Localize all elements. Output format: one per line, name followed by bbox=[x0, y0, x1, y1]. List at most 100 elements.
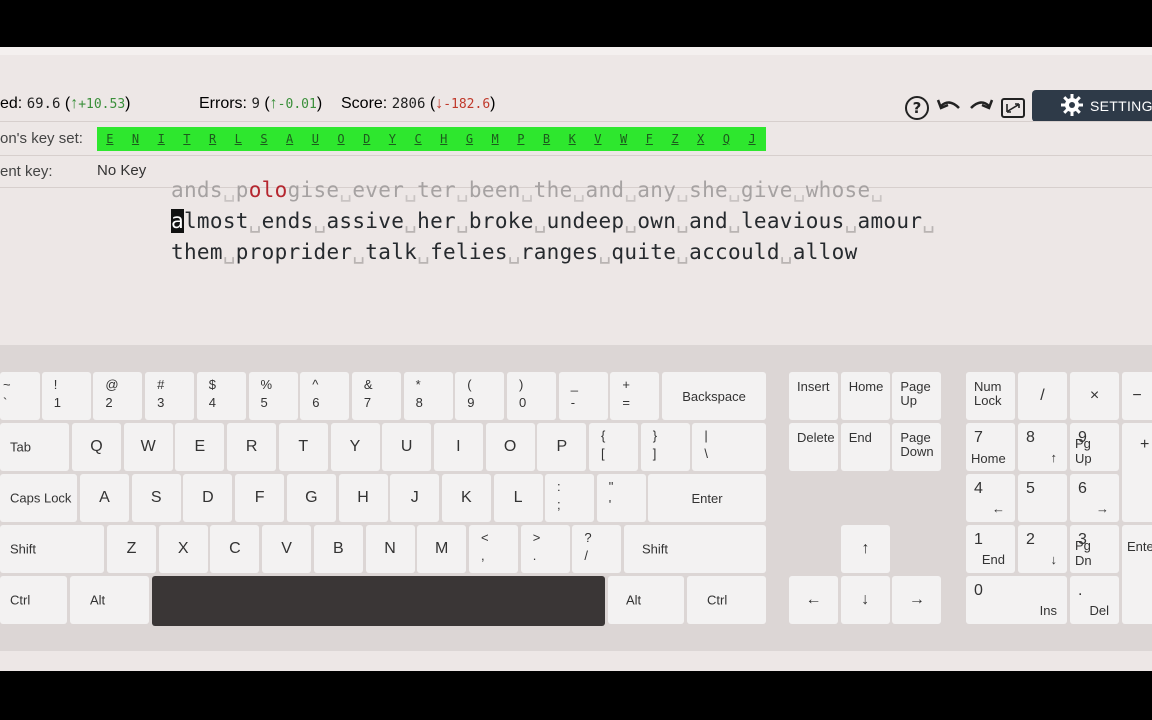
enter-key[interactable]: Enter bbox=[648, 474, 766, 522]
end-key[interactable]: End bbox=[840, 423, 890, 471]
key-6[interactable]: ^ 6 bbox=[300, 372, 350, 420]
left-shift-key[interactable]: Shift bbox=[0, 525, 104, 573]
numpad-minus-key[interactable]: − bbox=[1122, 372, 1152, 420]
numpad-1-key[interactable]: 1 End bbox=[966, 525, 1015, 573]
left-alt-key[interactable]: Alt bbox=[70, 576, 149, 624]
arrow-right-key[interactable]: → bbox=[892, 576, 942, 624]
key-m[interactable]: M bbox=[417, 525, 467, 573]
key-a[interactable]: A bbox=[80, 474, 129, 522]
key-9[interactable]: (9 bbox=[455, 372, 505, 420]
settings-button[interactable]: SETTINGS bbox=[1032, 90, 1152, 122]
key-1[interactable]: ! 1 bbox=[41, 372, 91, 420]
right-shift-key[interactable]: Shift bbox=[624, 525, 766, 573]
key-j[interactable]: J bbox=[390, 474, 440, 522]
numpad-6-key[interactable]: 6 → bbox=[1070, 474, 1119, 522]
key-sym[interactable]: | \ bbox=[692, 423, 767, 471]
num-lock-key[interactable]: Num Lock bbox=[966, 372, 1015, 420]
key-s[interactable]: S bbox=[131, 474, 181, 522]
home-key[interactable]: Home bbox=[840, 372, 890, 420]
question-icon[interactable]: ? bbox=[903, 94, 931, 122]
text-char: u bbox=[546, 209, 560, 233]
text-char: s bbox=[844, 178, 858, 202]
key-7[interactable]: & 7 bbox=[351, 372, 401, 420]
key-e[interactable]: E bbox=[175, 423, 225, 471]
key-u[interactable]: U bbox=[382, 423, 432, 471]
right-ctrl-key[interactable]: Ctrl bbox=[687, 576, 766, 624]
key-h[interactable]: H bbox=[338, 474, 388, 522]
key-label: , bbox=[481, 548, 485, 563]
key-v[interactable]: V bbox=[262, 525, 312, 573]
key-d[interactable]: D bbox=[183, 474, 233, 522]
numpad-plus-key[interactable]: + bbox=[1122, 423, 1152, 522]
key-=[interactable]: + = bbox=[610, 372, 660, 420]
arrow-up-key[interactable]: ↑ bbox=[841, 525, 890, 573]
key-f[interactable]: F bbox=[235, 474, 285, 522]
key-o[interactable]: O bbox=[485, 423, 535, 471]
key-t[interactable]: T bbox=[278, 423, 328, 471]
space-bar[interactable] bbox=[152, 576, 605, 626]
key-z[interactable]: Z bbox=[107, 525, 156, 573]
fullscreen-icon[interactable] bbox=[999, 94, 1027, 122]
text-char: e bbox=[779, 178, 793, 202]
key-sym[interactable]: :; bbox=[545, 474, 594, 522]
key-p[interactable]: P bbox=[537, 423, 587, 471]
key-sym[interactable]: " ' bbox=[596, 474, 646, 522]
key-k[interactable]: K bbox=[441, 474, 491, 522]
numpad-2-key[interactable]: 2 ↓ bbox=[1018, 525, 1067, 573]
key-8[interactable]: * 8 bbox=[403, 372, 453, 420]
key-0[interactable]: ) 0 bbox=[507, 372, 556, 420]
text-char: u bbox=[818, 209, 832, 233]
key-l[interactable]: L bbox=[493, 474, 543, 522]
tab-key[interactable]: Tab bbox=[0, 423, 69, 471]
left-ctrl-key[interactable]: Ctrl bbox=[0, 576, 67, 624]
key-sym[interactable]: >. bbox=[520, 525, 570, 573]
text-char: d bbox=[715, 209, 728, 233]
numpad-divide-key[interactable]: / bbox=[1018, 372, 1067, 420]
key-y[interactable]: Y bbox=[330, 423, 380, 471]
page-down-key[interactable]: Page Down bbox=[892, 423, 942, 471]
key-3[interactable]: #3 bbox=[145, 372, 195, 420]
arrow-left-key[interactable]: ← bbox=[789, 576, 838, 624]
numpad-0-key[interactable]: 0 Ins bbox=[966, 576, 1067, 624]
key-x[interactable]: X bbox=[158, 525, 208, 573]
key-g[interactable]: G bbox=[286, 474, 336, 522]
delete-key[interactable]: Delete bbox=[789, 423, 838, 471]
key-r[interactable]: R bbox=[227, 423, 277, 471]
key-sym[interactable]: {[ bbox=[589, 423, 638, 471]
text-char: n bbox=[650, 178, 664, 202]
undo-icon[interactable] bbox=[935, 94, 963, 122]
numpad-9-key[interactable]: 9 Pg Up bbox=[1070, 423, 1119, 471]
key-sym[interactable]: ? / bbox=[572, 525, 622, 573]
numpad-5-key[interactable]: 5 bbox=[1018, 474, 1067, 522]
key-w[interactable]: W bbox=[123, 423, 173, 471]
numpad-3-key[interactable]: 3 Pg Dn bbox=[1070, 525, 1119, 573]
backspace-key[interactable]: Backspace bbox=[662, 372, 766, 420]
key-4[interactable]: $4 bbox=[196, 372, 246, 420]
key-2[interactable]: @2 bbox=[93, 372, 143, 420]
right-alt-key[interactable]: Alt bbox=[608, 576, 684, 624]
numpad-8-key[interactable]: 8 ↑ bbox=[1018, 423, 1067, 471]
key-c[interactable]: C bbox=[210, 525, 260, 573]
key-label: Shift bbox=[10, 541, 37, 557]
key-q[interactable]: Q bbox=[72, 423, 121, 471]
numpad-multiply-key[interactable]: × bbox=[1070, 372, 1119, 420]
key-sym[interactable]: }] bbox=[640, 423, 690, 471]
insert-key[interactable]: Insert bbox=[789, 372, 838, 420]
numpad-4-key[interactable]: 4 ← bbox=[966, 474, 1015, 522]
numpad-enter-key[interactable]: Ente bbox=[1122, 525, 1152, 624]
keyset-key: T bbox=[183, 132, 191, 146]
arrow-down-key[interactable]: ↓ bbox=[840, 576, 890, 624]
key--[interactable]: _ - bbox=[558, 372, 608, 420]
key-sym[interactable]: <, bbox=[469, 525, 518, 573]
key-`[interactable]: ~ ` bbox=[0, 372, 40, 420]
key-n[interactable]: N bbox=[365, 525, 415, 573]
numpad-dot-key[interactable]: . Del bbox=[1070, 576, 1119, 624]
key-b[interactable]: B bbox=[313, 525, 363, 573]
page-up-key[interactable]: Page Up bbox=[892, 372, 942, 420]
caps-lock-key[interactable]: Caps Lock bbox=[0, 474, 77, 522]
numpad-7-key[interactable]: 7 Home bbox=[966, 423, 1015, 471]
redo-icon[interactable] bbox=[967, 94, 995, 122]
keyset-key: F bbox=[645, 132, 653, 146]
key-i[interactable]: I bbox=[433, 423, 483, 471]
key-5[interactable]: % 5 bbox=[248, 372, 298, 420]
